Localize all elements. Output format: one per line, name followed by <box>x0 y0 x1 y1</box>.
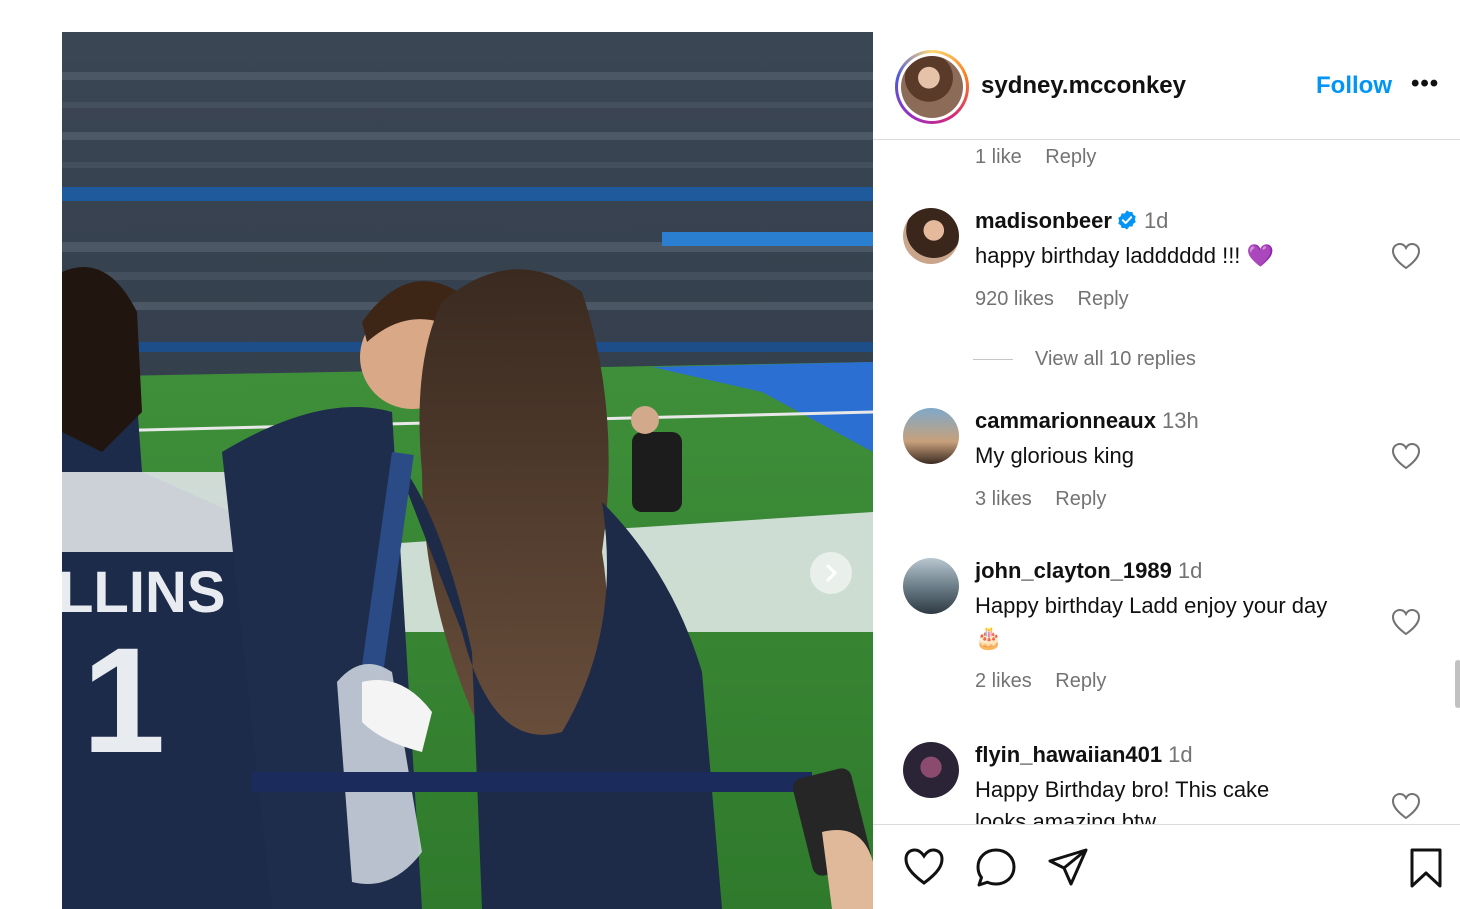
bookmark-icon[interactable] <box>1409 847 1443 889</box>
comment-text: Happy birthday Ladd enjoy your day 🎂 <box>975 593 1328 650</box>
comment-text: happy birthday ladddddd !!! 💜 <box>975 243 1274 268</box>
chevron-right-icon <box>826 564 837 582</box>
comment-meta: 3 likes Reply <box>975 488 1124 511</box>
comment-meta: 2 likes Reply <box>975 670 1124 693</box>
avatar[interactable] <box>903 408 959 464</box>
like-count[interactable]: 3 likes <box>975 488 1032 510</box>
post-side-panel: sydney.mcconkey Follow ••• 1 like Reply … <box>873 32 1460 909</box>
heart-icon[interactable] <box>1391 608 1421 636</box>
like-count[interactable]: 1 like <box>975 146 1022 168</box>
more-icon[interactable]: ••• <box>1411 70 1439 98</box>
reply-button[interactable]: Reply <box>1078 288 1129 310</box>
comment-meta: 920 likes Reply <box>975 288 1147 311</box>
comments-list[interactable]: 1 like Reply madisonbeer 1d happy birthda… <box>873 140 1460 824</box>
instagram-post-view: LLINS 1 sydney.mcconkey Follow ••• 1 lik… <box>0 0 1460 909</box>
follow-button[interactable]: Follow <box>1316 72 1392 100</box>
scrollbar-thumb[interactable] <box>1455 660 1460 708</box>
divider <box>973 359 1013 361</box>
heart-icon[interactable] <box>1391 242 1421 270</box>
comment-text: My glorious king <box>975 443 1134 468</box>
comment-username[interactable]: madisonbeer 1d <box>975 208 1168 234</box>
verified-badge-icon <box>1118 210 1136 230</box>
reply-button[interactable]: Reply <box>1045 146 1096 168</box>
avatar[interactable] <box>903 208 959 264</box>
post-photo[interactable]: LLINS 1 <box>62 32 873 909</box>
comment-username[interactable]: cammarionneaux 13h <box>975 408 1199 434</box>
heart-icon[interactable] <box>1391 792 1421 820</box>
next-photo-button[interactable] <box>810 552 852 594</box>
reply-button[interactable]: Reply <box>1055 670 1106 692</box>
heart-icon[interactable] <box>1391 442 1421 470</box>
avatar[interactable] <box>903 742 959 798</box>
jersey-number: 1 <box>82 616 165 784</box>
stadium-photo: LLINS 1 <box>62 32 873 909</box>
heart-icon[interactable] <box>903 847 945 887</box>
author-avatar[interactable] <box>895 50 969 124</box>
like-count[interactable]: 920 likes <box>975 288 1054 310</box>
share-icon[interactable] <box>1047 847 1089 889</box>
avatar[interactable] <box>903 558 959 614</box>
view-replies-button[interactable]: View all 10 replies <box>973 348 1196 371</box>
post-header: sydney.mcconkey Follow ••• <box>873 32 1460 140</box>
post-actions-bar <box>873 824 1460 909</box>
comment-username[interactable]: flyin_hawaiian401 1d <box>975 742 1193 768</box>
previous-comment-meta: 1 like Reply <box>975 146 1114 169</box>
comment-username[interactable]: john_clayton_1989 1d <box>975 558 1202 584</box>
author-username[interactable]: sydney.mcconkey <box>981 72 1186 100</box>
comment-text: Happy Birthday bro! This cake looks amaz… <box>975 777 1270 824</box>
reply-button[interactable]: Reply <box>1055 488 1106 510</box>
like-count[interactable]: 2 likes <box>975 670 1032 692</box>
comment-icon[interactable] <box>975 847 1017 889</box>
